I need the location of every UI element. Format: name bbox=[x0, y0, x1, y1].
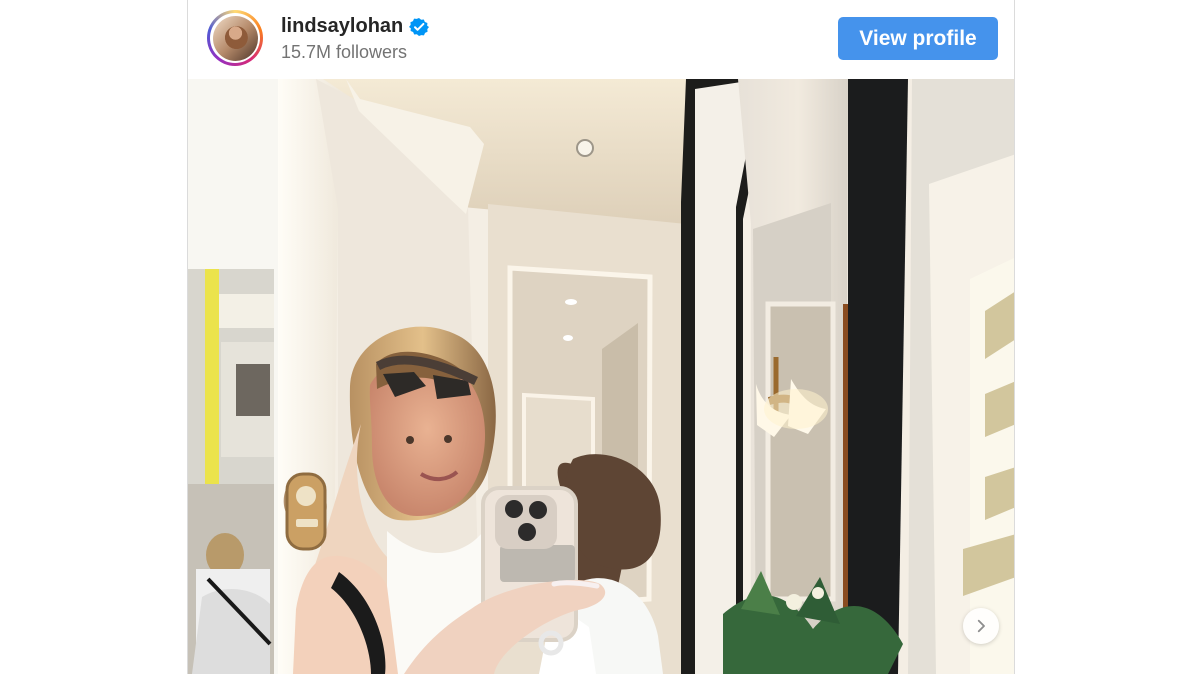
username-row: lindsaylohan bbox=[281, 15, 430, 38]
profile-avatar[interactable] bbox=[207, 10, 263, 66]
next-image-button[interactable] bbox=[963, 608, 999, 644]
verified-badge-icon bbox=[409, 17, 430, 36]
instagram-embed-card: lindsaylohan 15.7M followers View profil… bbox=[187, 0, 1015, 674]
mirror-selfie-photo bbox=[188, 79, 1014, 674]
view-profile-button[interactable]: View profile bbox=[838, 17, 998, 60]
post-image[interactable] bbox=[188, 79, 1014, 674]
avatar-inner-ring bbox=[210, 13, 260, 63]
post-header: lindsaylohan 15.7M followers View profil… bbox=[188, 0, 1014, 79]
username-link[interactable]: lindsaylohan bbox=[281, 15, 403, 38]
chevron-right-icon bbox=[977, 619, 985, 633]
profile-photo-icon bbox=[212, 15, 258, 61]
followers-count: 15.7M followers bbox=[281, 42, 408, 62]
